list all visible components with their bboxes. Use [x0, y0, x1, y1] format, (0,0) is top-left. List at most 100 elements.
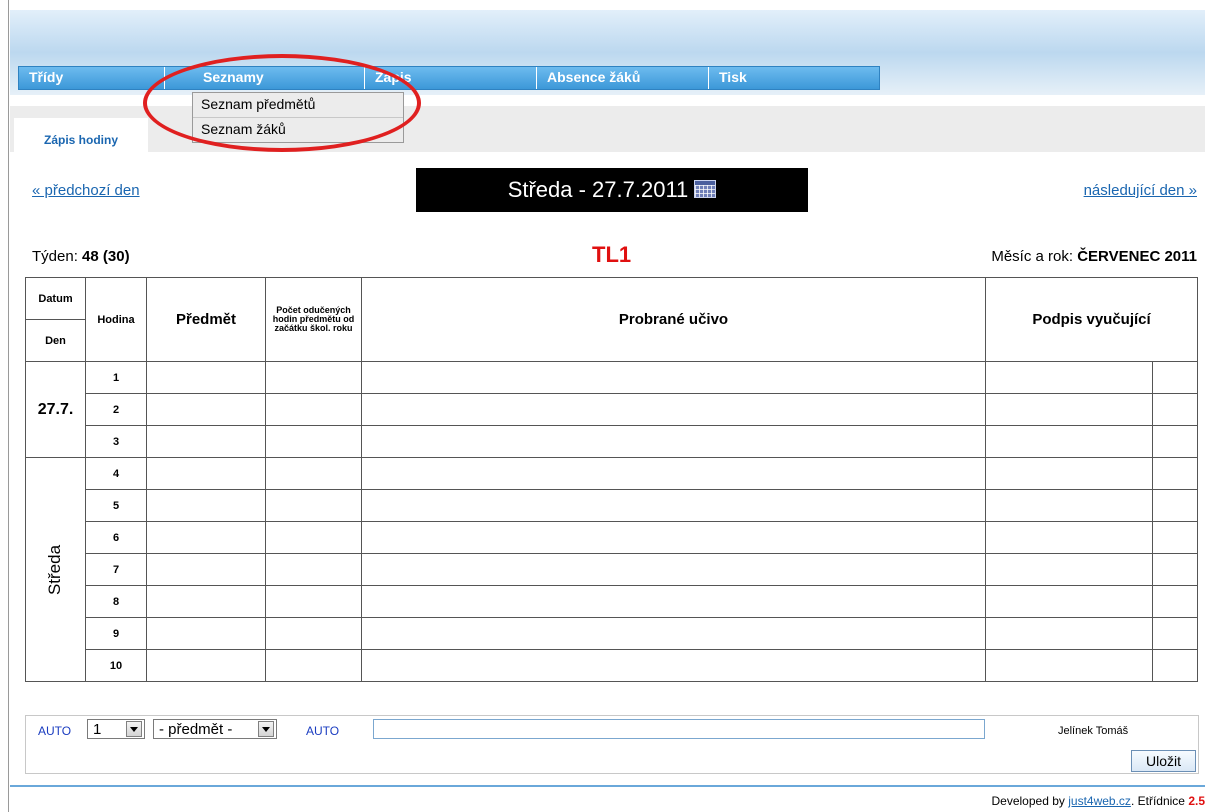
signature-extra-cell[interactable] [1152, 553, 1198, 586]
lesson-table: Datum Hodina Předmět Počet odučených hod… [25, 277, 1198, 682]
count-cell[interactable] [265, 617, 362, 650]
signature-extra-cell[interactable] [1152, 393, 1198, 426]
class-code: TL1 [592, 242, 632, 267]
version-number: 2.5 [1188, 794, 1205, 808]
subject-cell[interactable] [146, 649, 266, 682]
hour-number: 9 [85, 617, 147, 650]
hour-select[interactable]: 1 [87, 719, 145, 739]
subject-cell[interactable] [146, 617, 266, 650]
subject-cell[interactable] [146, 585, 266, 618]
table-row: 10 [26, 649, 1198, 682]
count-cell[interactable] [265, 361, 362, 394]
signature-cell[interactable] [985, 553, 1153, 586]
signature-cell[interactable] [985, 361, 1153, 394]
signature-cell[interactable] [985, 617, 1153, 650]
week-label: Týden: [32, 248, 78, 265]
subject-cell[interactable] [146, 521, 266, 554]
save-button[interactable]: Uložit [1131, 750, 1196, 772]
chevron-down-icon[interactable] [126, 721, 142, 737]
lesson-entry-form: AUTO 1 - předmět - AUTO Jelínek Tomáš Ul… [25, 715, 1199, 774]
menu-item-zapis[interactable]: Zápis [365, 67, 537, 89]
week-info: Týden: 48 (30) [32, 248, 130, 265]
topic-cell[interactable] [361, 425, 986, 458]
subject-cell[interactable] [146, 425, 266, 458]
header-probrane-ucivo: Probrané učivo [361, 277, 986, 362]
count-cell[interactable] [265, 425, 362, 458]
left-border [8, 0, 9, 812]
menu-item-tisk[interactable]: Tisk [709, 67, 879, 89]
hour-number: 5 [85, 489, 147, 522]
count-cell[interactable] [265, 521, 362, 554]
menu-item-absence[interactable]: Absence žáků [537, 67, 709, 89]
signature-cell[interactable] [985, 649, 1153, 682]
dropdown-item-seznam-zaku[interactable]: Seznam žáků [193, 118, 403, 142]
current-date-box: Středa - 27.7.2011 [416, 168, 808, 212]
menu-item-tridy[interactable]: Třídy [19, 67, 165, 89]
count-cell[interactable] [265, 393, 362, 426]
table-row: 8 [26, 585, 1198, 618]
topic-cell[interactable] [361, 489, 986, 522]
auto-label-count: AUTO [306, 724, 340, 738]
subject-cell[interactable] [146, 361, 266, 394]
menu-item-seznamy[interactable]: Seznamy [193, 67, 365, 89]
signature-cell[interactable] [985, 585, 1153, 618]
previous-day-link[interactable]: « předchozí den [32, 182, 140, 199]
table-row: 9 [26, 617, 1198, 650]
calendar-icon[interactable] [694, 180, 717, 199]
teacher-name: Jelínek Tomáš [1058, 725, 1129, 737]
signature-extra-cell[interactable] [1152, 425, 1198, 458]
table-row: 7 [26, 553, 1198, 586]
day-name: Středa [45, 544, 65, 595]
table-row: 2 [26, 393, 1198, 426]
signature-extra-cell[interactable] [1152, 649, 1198, 682]
hour-number: 6 [85, 521, 147, 554]
month-label: Měsíc a rok: [991, 248, 1074, 265]
auto-label-hour: AUTO [38, 724, 72, 738]
footer-divider [10, 785, 1205, 787]
signature-cell[interactable] [985, 521, 1153, 554]
signature-cell[interactable] [985, 425, 1153, 458]
hour-number: 1 [85, 361, 147, 394]
topic-cell[interactable] [361, 553, 986, 586]
topic-cell[interactable] [361, 649, 986, 682]
signature-extra-cell[interactable] [1152, 617, 1198, 650]
subject-cell[interactable] [146, 553, 266, 586]
signature-cell[interactable] [985, 457, 1153, 490]
topic-cell[interactable] [361, 521, 986, 554]
count-cell[interactable] [265, 649, 362, 682]
current-date-label: Středa - 27.7.2011 [507, 177, 689, 202]
header-hodina: Hodina [85, 277, 147, 362]
next-day-link[interactable]: následující den » [1084, 182, 1197, 199]
dropdown-item-seznam-predmetu[interactable]: Seznam předmětů [193, 93, 403, 118]
signature-cell[interactable] [985, 489, 1153, 522]
developer-link[interactable]: just4web.cz [1068, 794, 1131, 808]
topic-input[interactable] [373, 719, 985, 739]
signature-extra-cell[interactable] [1152, 521, 1198, 554]
signature-extra-cell[interactable] [1152, 457, 1198, 490]
seznamy-dropdown: Seznam předmětů Seznam žáků [192, 92, 404, 143]
subject-cell[interactable] [146, 393, 266, 426]
signature-extra-cell[interactable] [1152, 361, 1198, 394]
signature-extra-cell[interactable] [1152, 585, 1198, 618]
count-cell[interactable] [265, 553, 362, 586]
topic-cell[interactable] [361, 361, 986, 394]
signature-cell[interactable] [985, 393, 1153, 426]
subject-select[interactable]: - předmět - [153, 719, 277, 739]
subject-cell[interactable] [146, 489, 266, 522]
topic-cell[interactable] [361, 617, 986, 650]
table-row: 5 [26, 489, 1198, 522]
subject-cell[interactable] [146, 457, 266, 490]
hour-number: 2 [85, 393, 147, 426]
signature-extra-cell[interactable] [1152, 489, 1198, 522]
week-value: 48 (30) [82, 248, 130, 265]
count-cell[interactable] [265, 489, 362, 522]
chevron-down-icon[interactable] [258, 721, 274, 737]
count-cell[interactable] [265, 585, 362, 618]
table-row: 27.7. 1 [25, 361, 1198, 458]
topic-cell[interactable] [361, 457, 986, 490]
tab-zapis-hodiny[interactable]: Zápis hodiny [14, 118, 148, 152]
count-cell[interactable] [265, 457, 362, 490]
subject-select-value: - předmět - [159, 721, 233, 738]
topic-cell[interactable] [361, 585, 986, 618]
topic-cell[interactable] [361, 393, 986, 426]
